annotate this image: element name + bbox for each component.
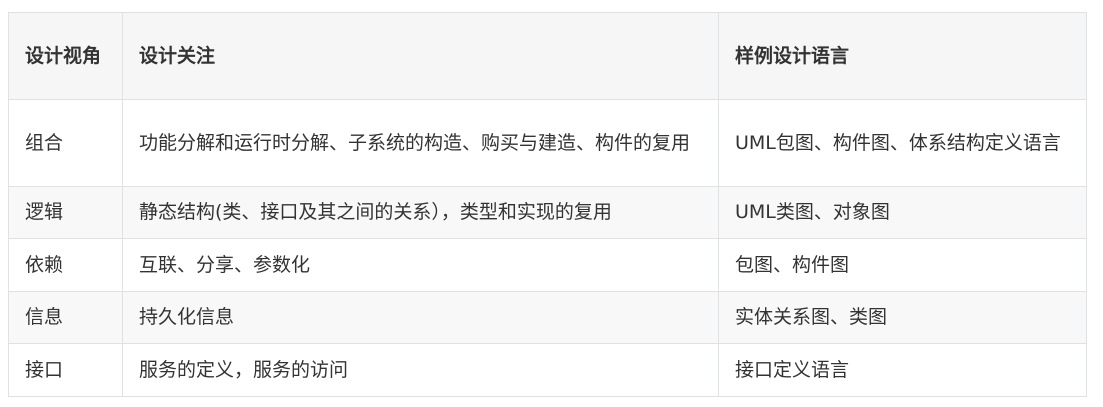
header-cell-concern: 设计关注 [122,12,719,100]
table-header: 设计视角 设计关注 样例设计语言 [8,12,1087,100]
table-row: 组合 功能分解和运行时分解、子系统的构造、购买与建造、构件的复用 UML包图、构… [8,99,1087,187]
cell-language: 接口定义语言 [718,343,1087,397]
cell-viewpoint: 信息 [8,291,123,344]
table-row: 接口 服务的定义，服务的访问 接口定义语言 [8,343,1087,397]
design-viewpoint-table-container: 设计视角 设计关注 样例设计语言 组合 功能分解和运行时分解、子系统的构造、购买… [8,12,1087,397]
cell-concern: 持久化信息 [122,291,719,344]
header-cell-viewpoint: 设计视角 [8,12,123,100]
cell-viewpoint: 依赖 [8,238,123,292]
cell-concern: 静态结构(类、接口及其之间的关系），类型和实现的复用 [122,186,719,239]
cell-language: UML包图、构件图、体系结构定义语言 [718,99,1087,187]
cell-language: 实体关系图、类图 [718,291,1087,344]
cell-viewpoint: 组合 [8,99,123,187]
header-cell-language: 样例设计语言 [718,12,1087,100]
cell-concern: 功能分解和运行时分解、子系统的构造、购买与建造、构件的复用 [122,99,719,187]
table-row: 逻辑 静态结构(类、接口及其之间的关系），类型和实现的复用 UML类图、对象图 [8,186,1087,239]
cell-viewpoint: 逻辑 [8,186,123,239]
cell-viewpoint: 接口 [8,343,123,397]
table-row: 信息 持久化信息 实体关系图、类图 [8,291,1087,344]
header-row: 设计视角 设计关注 样例设计语言 [8,12,1087,100]
design-viewpoint-table: 设计视角 设计关注 样例设计语言 组合 功能分解和运行时分解、子系统的构造、购买… [8,12,1087,397]
table-body: 组合 功能分解和运行时分解、子系统的构造、购买与建造、构件的复用 UML包图、构… [8,99,1087,397]
cell-concern: 服务的定义，服务的访问 [122,343,719,397]
cell-language: UML类图、对象图 [718,186,1087,239]
cell-concern: 互联、分享、参数化 [122,238,719,292]
table-row: 依赖 互联、分享、参数化 包图、构件图 [8,238,1087,292]
cell-language: 包图、构件图 [718,238,1087,292]
